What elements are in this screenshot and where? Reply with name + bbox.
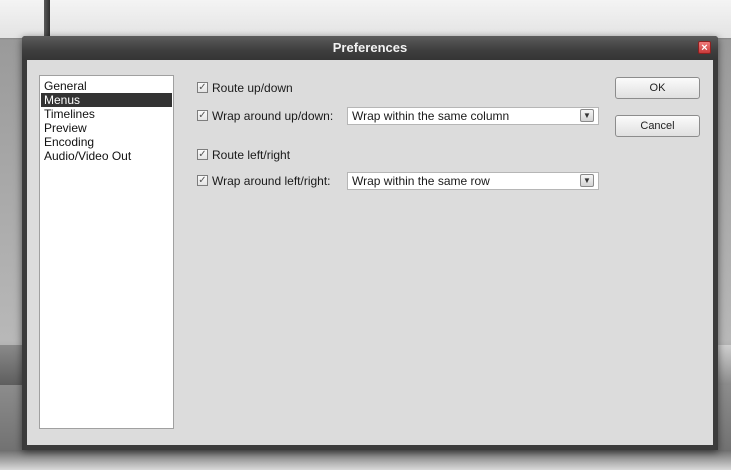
background-toolbar-right (718, 345, 731, 385)
category-item-audio-video-out[interactable]: Audio/Video Out (41, 149, 172, 163)
background-divider (44, 0, 50, 38)
route-up-down-option[interactable]: ✓ Route up/down (197, 79, 357, 97)
wrap-left-right-value: Wrap within the same row (352, 174, 490, 188)
chevron-down-icon[interactable]: ▼ (580, 109, 594, 122)
background-panel-top (0, 0, 731, 38)
close-icon[interactable]: × (698, 41, 711, 54)
wrap-up-down-select[interactable]: Wrap within the same column ▼ (347, 107, 599, 125)
route-left-right-label: Route left/right (212, 148, 291, 162)
route-up-down-checkbox[interactable]: ✓ (197, 82, 208, 93)
dialog-title: Preferences (332, 40, 408, 55)
wrap-left-right-select[interactable]: Wrap within the same row ▼ (347, 172, 599, 190)
background-panel-bottom (0, 450, 731, 470)
wrap-left-right-checkbox[interactable]: ✓ (197, 175, 208, 186)
cancel-button[interactable]: Cancel (615, 115, 700, 137)
category-item-general[interactable]: General (41, 79, 172, 93)
chevron-down-icon[interactable]: ▼ (580, 174, 594, 187)
preferences-dialog: Preferences × General Menus Timelines Pr… (22, 36, 718, 450)
dialog-body: General Menus Timelines Preview Encoding… (27, 60, 713, 445)
category-item-preview[interactable]: Preview (41, 121, 172, 135)
wrap-up-down-checkbox[interactable]: ✓ (197, 110, 208, 121)
category-list[interactable]: General Menus Timelines Preview Encoding… (39, 75, 174, 429)
wrap-up-down-option[interactable]: ✓ Wrap around up/down: (197, 107, 357, 125)
wrap-up-down-value: Wrap within the same column (352, 109, 510, 123)
dialog-titlebar[interactable]: Preferences × (22, 36, 718, 60)
route-left-right-checkbox[interactable]: ✓ (197, 149, 208, 160)
wrap-left-right-label: Wrap around left/right: (212, 174, 331, 188)
category-item-encoding[interactable]: Encoding (41, 135, 172, 149)
wrap-up-down-label: Wrap around up/down: (212, 109, 334, 123)
category-item-menus[interactable]: Menus (41, 93, 172, 107)
ok-button[interactable]: OK (615, 77, 700, 99)
route-up-down-label: Route up/down (212, 81, 293, 95)
category-item-timelines[interactable]: Timelines (41, 107, 172, 121)
route-left-right-option[interactable]: ✓ Route left/right (197, 146, 357, 164)
wrap-left-right-option[interactable]: ✓ Wrap around left/right: (197, 172, 357, 190)
